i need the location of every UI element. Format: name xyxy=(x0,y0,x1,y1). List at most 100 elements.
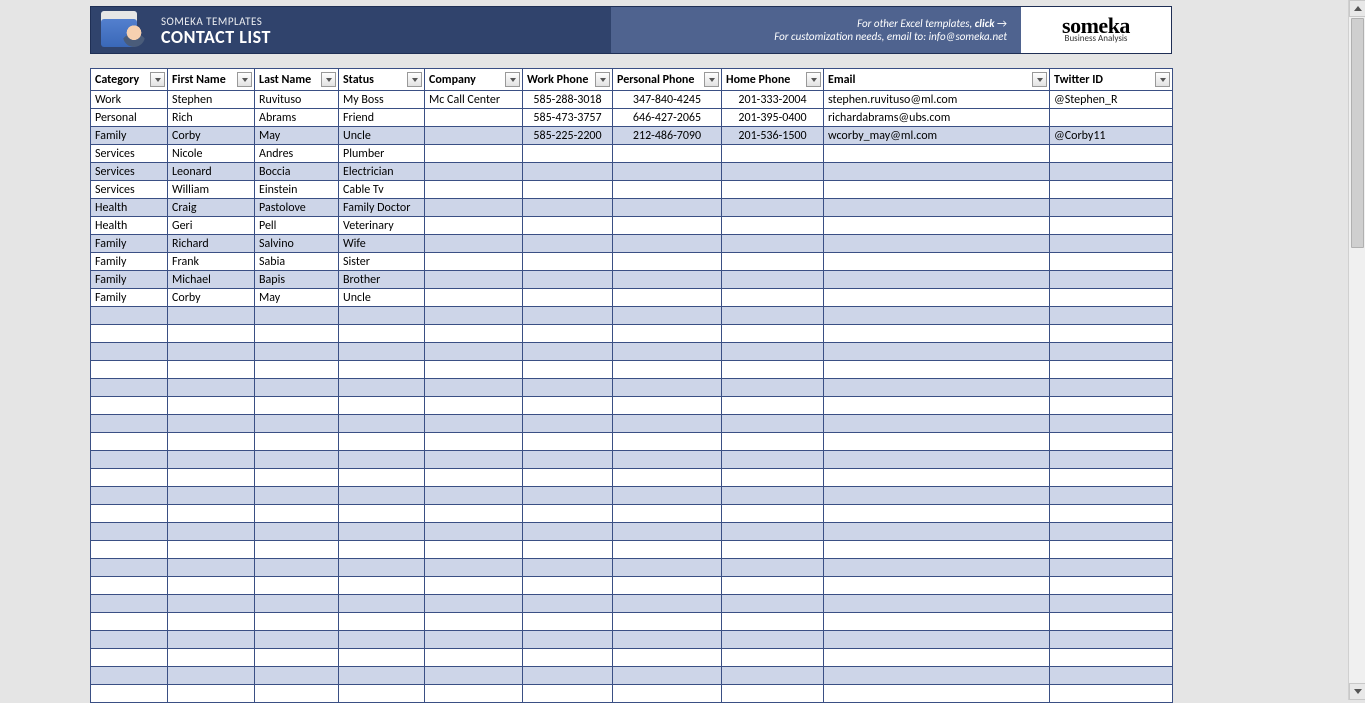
cell-status[interactable] xyxy=(339,307,425,325)
col-header-twitter[interactable]: Twitter ID xyxy=(1050,69,1173,91)
cell-company[interactable] xyxy=(425,613,523,631)
cell-firstName[interactable] xyxy=(168,559,255,577)
cell-status[interactable] xyxy=(339,433,425,451)
cell-category[interactable]: Services xyxy=(91,145,168,163)
filter-dropdown-icon[interactable] xyxy=(1155,72,1170,87)
scroll-thumb[interactable] xyxy=(1351,18,1364,248)
cell-company[interactable] xyxy=(425,577,523,595)
cell-firstName[interactable]: Craig xyxy=(168,199,255,217)
cell-workPhone[interactable] xyxy=(523,181,613,199)
cell-category[interactable] xyxy=(91,613,168,631)
cell-company[interactable] xyxy=(425,325,523,343)
cell-category[interactable] xyxy=(91,343,168,361)
cell-workPhone[interactable] xyxy=(523,577,613,595)
cell-workPhone[interactable] xyxy=(523,307,613,325)
cell-category[interactable] xyxy=(91,667,168,685)
table-row[interactable]: WorkStephenRuvitusoMy BossMc Call Center… xyxy=(91,91,1173,109)
cell-twitter[interactable] xyxy=(1050,235,1173,253)
cell-company[interactable] xyxy=(425,361,523,379)
cell-category[interactable] xyxy=(91,577,168,595)
cell-email[interactable] xyxy=(824,379,1050,397)
cell-firstName[interactable]: Michael xyxy=(168,271,255,289)
cell-email[interactable] xyxy=(824,163,1050,181)
cell-company[interactable] xyxy=(425,253,523,271)
cell-personalPhone[interactable] xyxy=(613,649,722,667)
cell-lastName[interactable] xyxy=(255,451,339,469)
cell-workPhone[interactable]: 585-473-3757 xyxy=(523,109,613,127)
cell-email[interactable] xyxy=(824,505,1050,523)
cell-twitter[interactable]: @Corby11 xyxy=(1050,127,1173,145)
cell-company[interactable] xyxy=(425,199,523,217)
cell-status[interactable]: Cable Tv xyxy=(339,181,425,199)
cell-lastName[interactable] xyxy=(255,325,339,343)
cell-workPhone[interactable] xyxy=(523,415,613,433)
cell-company[interactable] xyxy=(425,127,523,145)
cell-twitter[interactable] xyxy=(1050,379,1173,397)
table-row[interactable] xyxy=(91,415,1173,433)
cell-personalPhone[interactable] xyxy=(613,181,722,199)
cell-firstName[interactable] xyxy=(168,451,255,469)
table-row[interactable]: ServicesLeonardBocciaElectrician xyxy=(91,163,1173,181)
cell-company[interactable] xyxy=(425,109,523,127)
cell-company[interactable] xyxy=(425,523,523,541)
cell-status[interactable] xyxy=(339,505,425,523)
cell-workPhone[interactable] xyxy=(523,451,613,469)
cell-personalPhone[interactable] xyxy=(613,631,722,649)
cell-twitter[interactable] xyxy=(1050,145,1173,163)
cell-status[interactable]: Electrician xyxy=(339,163,425,181)
table-row[interactable]: HealthCraigPastoloveFamily Doctor xyxy=(91,199,1173,217)
cell-company[interactable] xyxy=(425,217,523,235)
cell-twitter[interactable] xyxy=(1050,451,1173,469)
cell-email[interactable] xyxy=(824,649,1050,667)
cell-firstName[interactable] xyxy=(168,379,255,397)
filter-dropdown-icon[interactable] xyxy=(806,72,821,87)
cell-status[interactable] xyxy=(339,325,425,343)
cell-email[interactable] xyxy=(824,343,1050,361)
cell-status[interactable] xyxy=(339,469,425,487)
cell-firstName[interactable] xyxy=(168,631,255,649)
cell-twitter[interactable] xyxy=(1050,199,1173,217)
cell-status[interactable]: Family Doctor xyxy=(339,199,425,217)
cell-workPhone[interactable] xyxy=(523,667,613,685)
cell-firstName[interactable] xyxy=(168,649,255,667)
cell-status[interactable]: Plumber xyxy=(339,145,425,163)
cell-homePhone[interactable] xyxy=(722,541,824,559)
cell-email[interactable] xyxy=(824,559,1050,577)
cell-email[interactable] xyxy=(824,523,1050,541)
cell-workPhone[interactable] xyxy=(523,631,613,649)
cell-homePhone[interactable] xyxy=(722,451,824,469)
cell-personalPhone[interactable] xyxy=(613,343,722,361)
cell-lastName[interactable] xyxy=(255,379,339,397)
cell-category[interactable]: Health xyxy=(91,199,168,217)
cell-lastName[interactable] xyxy=(255,415,339,433)
cell-firstName[interactable] xyxy=(168,577,255,595)
cell-lastName[interactable] xyxy=(255,649,339,667)
cell-lastName[interactable]: Sabia xyxy=(255,253,339,271)
cell-workPhone[interactable] xyxy=(523,523,613,541)
cell-email[interactable] xyxy=(824,289,1050,307)
cell-personalPhone[interactable] xyxy=(613,577,722,595)
cell-status[interactable] xyxy=(339,487,425,505)
table-row[interactable]: PersonalRichAbramsFriend585-473-3757646-… xyxy=(91,109,1173,127)
cell-category[interactable] xyxy=(91,433,168,451)
table-row[interactable] xyxy=(91,361,1173,379)
table-row[interactable] xyxy=(91,541,1173,559)
cell-twitter[interactable] xyxy=(1050,523,1173,541)
filter-dropdown-icon[interactable] xyxy=(237,72,252,87)
cell-personalPhone[interactable] xyxy=(613,307,722,325)
cell-twitter[interactable] xyxy=(1050,433,1173,451)
cell-category[interactable]: Family xyxy=(91,253,168,271)
cell-lastName[interactable] xyxy=(255,613,339,631)
cell-workPhone[interactable] xyxy=(523,559,613,577)
cell-firstName[interactable]: Corby xyxy=(168,289,255,307)
cell-email[interactable] xyxy=(824,307,1050,325)
cell-workPhone[interactable]: 585-288-3018 xyxy=(523,91,613,109)
cell-homePhone[interactable] xyxy=(722,649,824,667)
cell-email[interactable] xyxy=(824,541,1050,559)
cell-category[interactable] xyxy=(91,541,168,559)
cell-personalPhone[interactable]: 212-486-7090 xyxy=(613,127,722,145)
table-row[interactable] xyxy=(91,649,1173,667)
filter-dropdown-icon[interactable] xyxy=(150,72,165,87)
cell-email[interactable] xyxy=(824,235,1050,253)
cell-lastName[interactable] xyxy=(255,487,339,505)
